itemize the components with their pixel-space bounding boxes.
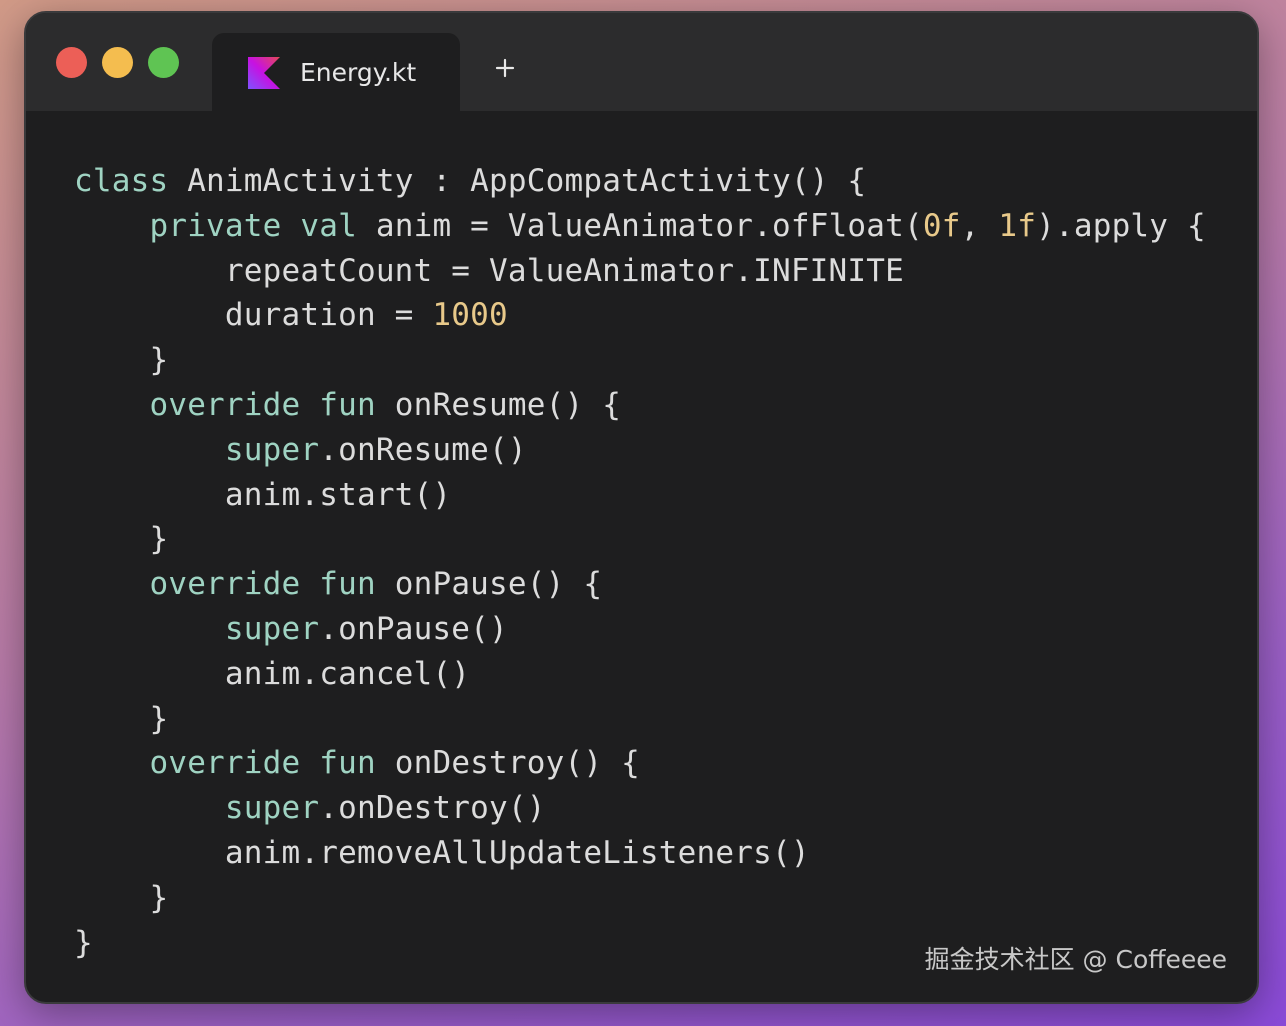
code-line: class AnimActivity : AppCompatActivity()…: [74, 159, 1206, 204]
code-line: }: [74, 338, 1206, 383]
code-keyword: fun: [319, 386, 376, 423]
code-line: anim.removeAllUpdateListeners(): [74, 831, 1206, 876]
tab-label: Energy.kt: [300, 58, 417, 87]
code-line: super.onDestroy(): [74, 786, 1206, 831]
code-text: ).apply {: [1036, 207, 1206, 244]
code-text: anim.cancel(): [74, 655, 471, 692]
code-line: override fun onResume() {: [74, 383, 1206, 428]
title-bar: Energy.kt: [26, 13, 1257, 111]
code-keyword: override: [149, 566, 301, 603]
code-text: }: [74, 700, 169, 737]
code-text: duration =: [74, 297, 433, 334]
code-text: onPause() {: [375, 566, 603, 603]
code-keyword: fun: [319, 745, 376, 782]
code-line: duration = 1000: [74, 293, 1206, 338]
code-text: AnimActivity : AppCompatActivity() {: [168, 163, 867, 199]
code-line: }: [74, 697, 1206, 742]
code-text: .onResume(): [319, 431, 527, 468]
code-line: }: [74, 517, 1206, 562]
code-number: 0f: [922, 207, 961, 244]
code-keyword: val: [300, 207, 357, 244]
code-text: onDestroy() {: [375, 745, 640, 782]
code-keyword: super: [224, 790, 320, 827]
code-window: Energy.kt class AnimActivity : AppCompat…: [24, 11, 1259, 1004]
code-keyword: class: [74, 163, 169, 199]
plus-icon[interactable]: [494, 57, 516, 79]
kotlin-logo-icon: [248, 57, 280, 89]
maximize-button[interactable]: [148, 47, 179, 78]
code-line: override fun onPause() {: [74, 562, 1206, 607]
code-keyword: override: [149, 386, 301, 423]
code-line: }: [74, 876, 1206, 921]
code-keyword: super: [224, 431, 320, 468]
code-keyword: fun: [319, 566, 376, 603]
code-line: private val anim = ValueAnimator.ofFloat…: [74, 204, 1206, 249]
code-editor[interactable]: class AnimActivity : AppCompatActivity()…: [74, 159, 1206, 965]
code-line: repeatCount = ValueAnimator.INFINITE: [74, 249, 1206, 294]
code-text: }: [74, 521, 169, 558]
close-button[interactable]: [56, 47, 87, 78]
code-keyword: private: [149, 207, 282, 244]
code-number: 1f: [998, 207, 1037, 244]
watermark: 掘金技术社区 @ Coffeeee: [924, 945, 1227, 974]
code-text: .onDestroy(): [319, 790, 546, 827]
code-text: .onPause(): [319, 610, 508, 647]
code-text: }: [74, 342, 169, 379]
code-number: 1000: [432, 297, 508, 334]
code-line: anim.cancel(): [74, 652, 1206, 697]
code-text: }: [74, 924, 93, 961]
code-text: anim.removeAllUpdateListeners(): [74, 834, 810, 871]
minimize-button[interactable]: [102, 47, 133, 78]
code-text: onResume() {: [375, 386, 622, 423]
code-line: super.onPause(): [74, 607, 1206, 652]
code-line: anim.start(): [74, 473, 1206, 518]
code-text: ,: [960, 207, 999, 244]
code-text: anim.start(): [74, 476, 452, 513]
code-keyword: override: [149, 745, 301, 782]
code-line: override fun onDestroy() {: [74, 741, 1206, 786]
code-line: super.onResume(): [74, 428, 1206, 473]
code-text: repeatCount = ValueAnimator.INFINITE: [74, 252, 904, 289]
code-text: anim = ValueAnimator.ofFloat(: [356, 207, 923, 244]
code-text: }: [74, 879, 169, 916]
code-keyword: super: [224, 610, 320, 647]
tab-energy-kt[interactable]: Energy.kt: [212, 33, 460, 111]
